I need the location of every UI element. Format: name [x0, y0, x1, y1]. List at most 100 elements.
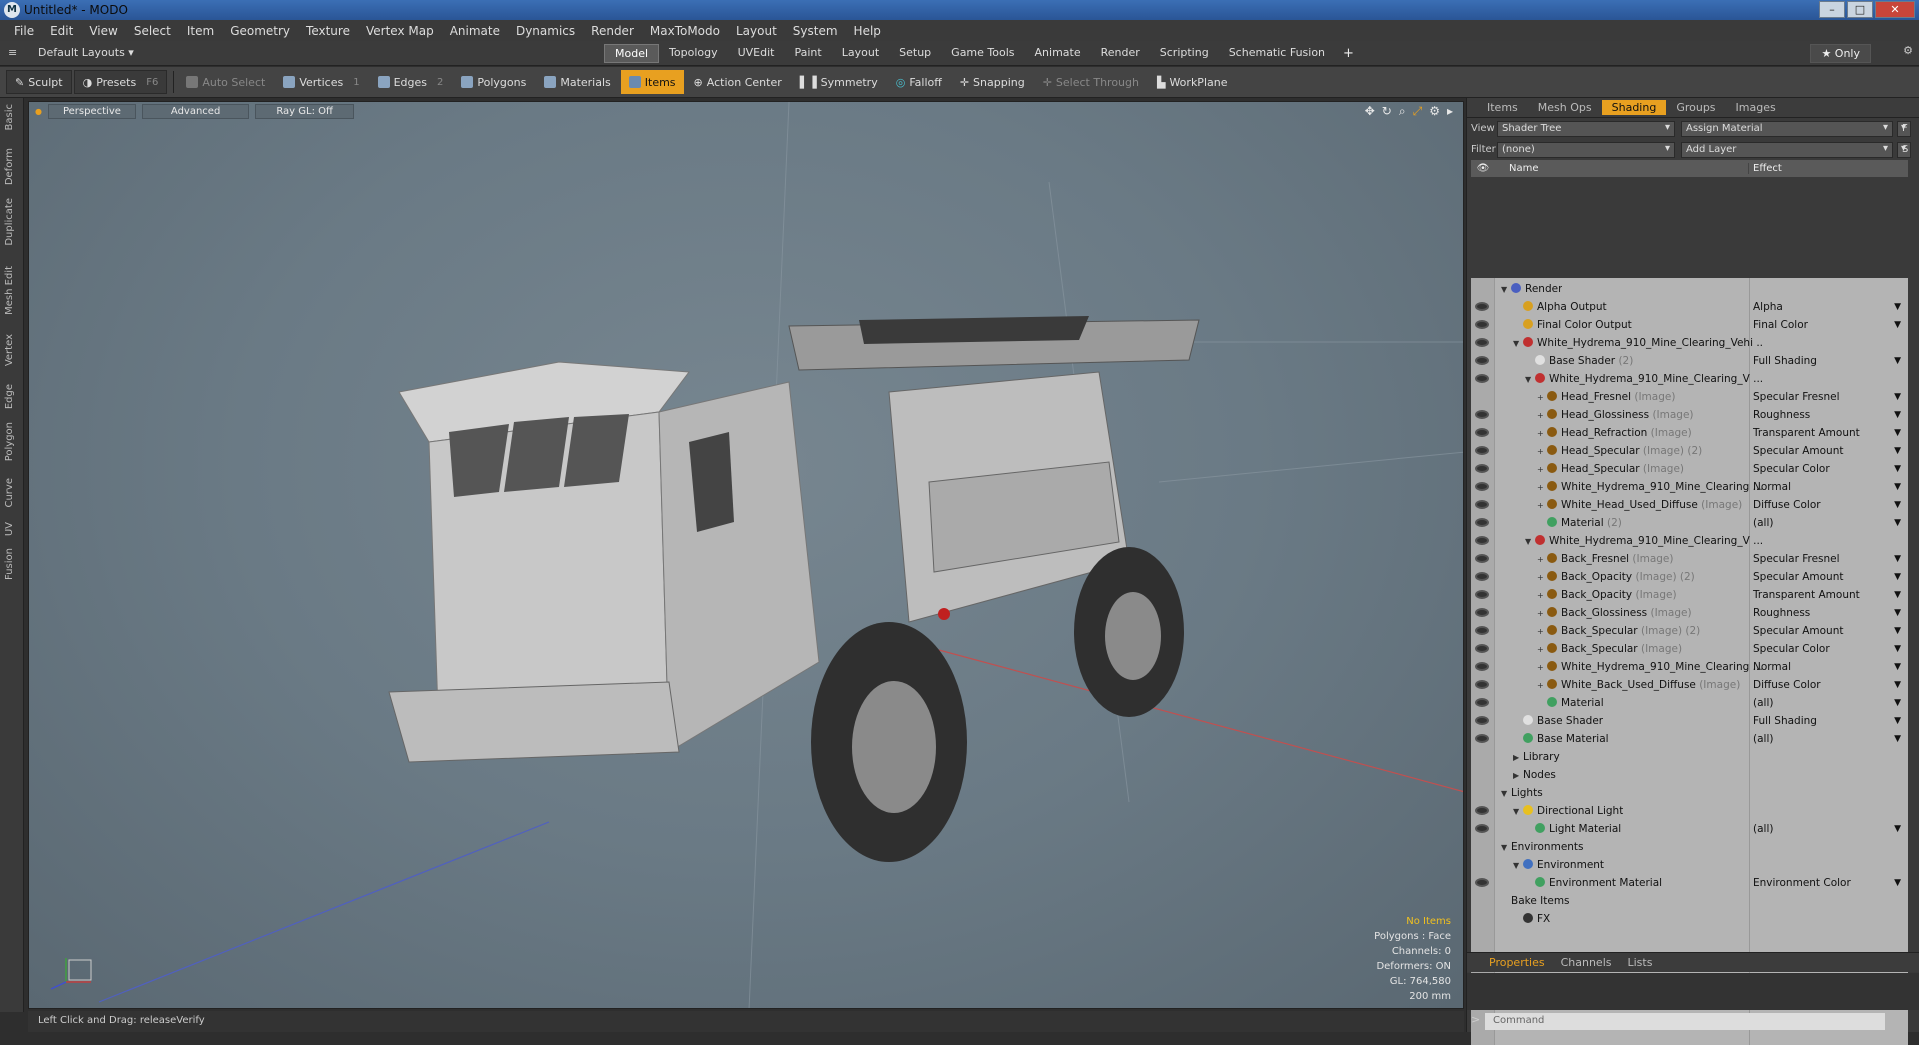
- expand-toggle-icon[interactable]: ▼: [1501, 839, 1511, 857]
- tree-row[interactable]: ▼ White_Hydrema_910_Mine_Clearing_V ...: [1471, 532, 1908, 550]
- expand-toggle-icon[interactable]: +: [1537, 425, 1547, 443]
- panel-tab-images[interactable]: Images: [1726, 100, 1786, 115]
- effect-dropdown[interactable]: Specular Color ▼: [1753, 640, 1903, 658]
- advanced-button[interactable]: Advanced: [141, 103, 250, 119]
- command-input[interactable]: Command: [1485, 1013, 1885, 1030]
- tree-row[interactable]: Base Material (all) ▼: [1471, 730, 1908, 748]
- sculpt-button[interactable]: ✎ Sculpt: [6, 70, 72, 94]
- expand-toggle-icon[interactable]: +: [1537, 605, 1547, 623]
- tree-row[interactable]: ▼ Lights: [1471, 784, 1908, 802]
- visibility-eye-icon[interactable]: [1475, 626, 1489, 635]
- expand-toggle-icon[interactable]: ▼: [1525, 533, 1535, 551]
- materials-button[interactable]: Materials: [536, 70, 618, 94]
- effect-dropdown[interactable]: Roughness ▼: [1753, 406, 1903, 424]
- tree-row[interactable]: Material (2) (all) ▼: [1471, 514, 1908, 532]
- menu-help[interactable]: Help: [846, 24, 889, 38]
- visibility-eye-icon[interactable]: [1475, 428, 1489, 437]
- effect-dropdown[interactable]: (all) ▼: [1753, 514, 1903, 532]
- tree-row[interactable]: ▼ White_Hydrema_910_Mine_Clearing_Vehi ..…: [1471, 334, 1908, 352]
- visibility-eye-icon[interactable]: [1475, 662, 1489, 671]
- auto-select-button[interactable]: Auto Select: [178, 70, 273, 94]
- expand-toggle-icon[interactable]: +: [1537, 479, 1547, 497]
- tree-row[interactable]: + Back_Fresnel (Image) Specular Fresnel ▼: [1471, 550, 1908, 568]
- tree-row[interactable]: FX: [1471, 910, 1908, 928]
- expand-toggle-icon[interactable]: ▼: [1501, 281, 1511, 299]
- vertices-button[interactable]: Vertices 1: [275, 70, 367, 94]
- workplane-button[interactable]: ▙ WorkPlane: [1149, 70, 1236, 94]
- layouts-dropdown[interactable]: Default Layouts ▾: [38, 46, 134, 59]
- menu-file[interactable]: File: [6, 24, 42, 38]
- add-layer-dropdown[interactable]: Add Layer: [1681, 141, 1893, 158]
- viewport-expand-icon[interactable]: ▸: [1447, 104, 1453, 119]
- visibility-eye-icon[interactable]: [1475, 482, 1489, 491]
- expand-toggle-icon[interactable]: +: [1537, 443, 1547, 461]
- menu-geometry[interactable]: Geometry: [222, 24, 298, 38]
- zoom-icon[interactable]: ⌕: [1399, 104, 1406, 119]
- effect-dropdown[interactable]: Diffuse Color ▼: [1753, 496, 1903, 514]
- s-button[interactable]: S: [1897, 141, 1911, 158]
- tree-row[interactable]: Environment Material Environment Color ▼: [1471, 874, 1908, 892]
- tree-row[interactable]: ▼ Directional Light: [1471, 802, 1908, 820]
- presets-button[interactable]: ◑ Presets F6: [73, 70, 168, 94]
- expand-toggle-icon[interactable]: +: [1537, 569, 1547, 587]
- tab-topology[interactable]: Topology: [659, 44, 728, 63]
- expand-toggle-icon[interactable]: ▼: [1513, 803, 1523, 821]
- add-tab-button[interactable]: +: [1335, 44, 1362, 63]
- viewport-menu-icon[interactable]: ●: [35, 107, 42, 116]
- close-button[interactable]: ✕: [1875, 1, 1915, 18]
- tool-tab-duplicate[interactable]: Duplicate: [4, 198, 15, 246]
- menu-edit[interactable]: Edit: [42, 24, 81, 38]
- items-button[interactable]: Items: [620, 70, 684, 94]
- expand-toggle-icon[interactable]: ▼: [1513, 335, 1523, 353]
- expand-toggle-icon[interactable]: +: [1537, 623, 1547, 641]
- expand-toggle-icon[interactable]: +: [1537, 497, 1547, 515]
- tool-tab-vertex[interactable]: Vertex: [4, 334, 15, 366]
- tree-row[interactable]: + White_Hydrema_910_Mine_Clearing ... Norm…: [1471, 658, 1908, 676]
- assign-material-dropdown[interactable]: Assign Material: [1681, 120, 1893, 137]
- tool-tab-polygon[interactable]: Polygon: [4, 422, 15, 461]
- effect-dropdown[interactable]: Roughness ▼: [1753, 604, 1903, 622]
- tree-row[interactable]: ▼ Environment: [1471, 856, 1908, 874]
- menu-view[interactable]: View: [81, 24, 125, 38]
- visibility-eye-icon[interactable]: [1475, 608, 1489, 617]
- effect-dropdown[interactable]: Specular Amount ▼: [1753, 622, 1903, 640]
- visibility-eye-icon[interactable]: [1475, 806, 1489, 815]
- effect-dropdown[interactable]: Full Shading ▼: [1753, 352, 1903, 370]
- effect-dropdown[interactable]: (all) ▼: [1753, 730, 1903, 748]
- tree-row[interactable]: Alpha Output Alpha ▼: [1471, 298, 1908, 316]
- effect-column-header[interactable]: Effect: [1748, 163, 1908, 174]
- effect-dropdown[interactable]: Specular Amount ▼: [1753, 568, 1903, 586]
- visibility-eye-icon[interactable]: [1475, 590, 1489, 599]
- tool-tab-fusion[interactable]: Fusion: [4, 548, 15, 580]
- effect-dropdown[interactable]: (all) ▼: [1753, 694, 1903, 712]
- effect-dropdown[interactable]: Transparent Amount ▼: [1753, 424, 1903, 442]
- f-button[interactable]: F: [1897, 120, 1911, 137]
- expand-toggle-icon[interactable]: +: [1537, 551, 1547, 569]
- visibility-eye-icon[interactable]: [1475, 734, 1489, 743]
- tool-tab-curve[interactable]: Curve: [4, 478, 15, 508]
- pan-icon[interactable]: ✥: [1365, 104, 1375, 119]
- tab-animate[interactable]: Animate: [1025, 44, 1091, 63]
- expand-toggle-icon[interactable]: +: [1537, 389, 1547, 407]
- tree-row[interactable]: + Head_Glossiness (Image) Roughness ▼: [1471, 406, 1908, 424]
- menu-animate[interactable]: Animate: [442, 24, 508, 38]
- tree-row[interactable]: + White_Back_Used_Diffuse (Image) Diffuse …: [1471, 676, 1908, 694]
- view-dropdown[interactable]: Shader Tree: [1497, 120, 1675, 137]
- filter-dropdown[interactable]: (none): [1497, 141, 1675, 158]
- tab-layout[interactable]: Layout: [832, 44, 889, 63]
- expand-toggle-icon[interactable]: +: [1537, 659, 1547, 677]
- rotate-icon[interactable]: ↻: [1382, 104, 1392, 119]
- expand-toggle-icon[interactable]: ▼: [1501, 785, 1511, 803]
- layout-menu-icon[interactable]: ≡: [8, 46, 17, 59]
- tool-tab-deform[interactable]: Deform: [4, 148, 15, 185]
- expand-toggle-icon[interactable]: +: [1537, 641, 1547, 659]
- visibility-eye-icon[interactable]: [1475, 698, 1489, 707]
- tab-model[interactable]: Model: [604, 44, 660, 63]
- expand-toggle-icon[interactable]: ▼: [1513, 857, 1523, 875]
- props-tab-lists[interactable]: Lists: [1620, 955, 1661, 970]
- minimize-button[interactable]: –: [1819, 1, 1845, 18]
- tree-row[interactable]: ▶ Nodes: [1471, 766, 1908, 784]
- expand-toggle-icon[interactable]: +: [1537, 677, 1547, 695]
- effect-dropdown[interactable]: Specular Fresnel ▼: [1753, 550, 1903, 568]
- visibility-eye-icon[interactable]: [1475, 302, 1489, 311]
